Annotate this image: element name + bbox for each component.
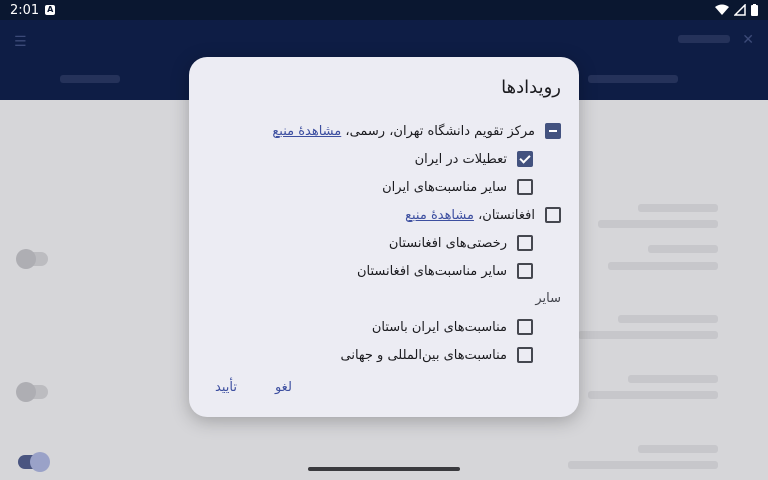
item-checkbox[interactable]: [517, 235, 533, 251]
item-checkbox[interactable]: [517, 263, 533, 279]
view-source-link[interactable]: مشاهدهٔ منبع: [405, 208, 474, 223]
setting-title-placeholder: [618, 315, 718, 323]
item-label: مناسبت‌های ایران باستان: [371, 319, 507, 335]
toggle-switch[interactable]: [16, 249, 48, 269]
setting-desc-placeholder: [588, 391, 718, 399]
battery-icon: [751, 4, 758, 16]
tab-placeholder: [588, 75, 678, 83]
group-checkbox[interactable]: [545, 123, 561, 139]
item-label: سایر مناسبت‌های ایران: [382, 179, 507, 195]
tab-placeholder: [60, 75, 120, 83]
item-iran-holidays[interactable]: تعطیلات در ایران: [415, 151, 533, 167]
wifi-icon: [715, 4, 729, 15]
item-label: رخصتی‌های افغانستان: [388, 235, 507, 251]
item-iran-other-events[interactable]: سایر مناسبت‌های ایران: [382, 179, 533, 195]
item-ancient-iran-events[interactable]: مناسبت‌های ایران باستان: [372, 319, 533, 335]
confirm-button[interactable]: تأیید: [215, 380, 237, 395]
navigation-handle[interactable]: [308, 467, 460, 471]
toggle-switch[interactable]: [18, 452, 50, 472]
group-university-calendar[interactable]: مرکز تقویم دانشگاه تهران، رسمی، مشاهدهٔ …: [272, 123, 561, 139]
view-source-link[interactable]: مشاهدهٔ منبع: [272, 124, 341, 139]
notification-icon: A: [45, 5, 56, 15]
setting-desc-placeholder: [568, 461, 718, 469]
item-afghanistan-holidays[interactable]: رخصتی‌های افغانستان: [389, 235, 533, 251]
setting-title-placeholder: [638, 204, 718, 212]
status-time: 2:01: [10, 2, 40, 18]
setting-title-placeholder: [648, 245, 718, 253]
signal-icon: [734, 4, 746, 16]
setting-title-placeholder: [638, 445, 718, 453]
dialog-title: رویدادها: [501, 77, 561, 98]
setting-desc-placeholder: [598, 220, 718, 228]
group-label: افغانستان، مشاهدهٔ منبع: [405, 207, 535, 223]
item-checkbox[interactable]: [517, 179, 533, 195]
cancel-button[interactable]: لغو: [275, 380, 292, 395]
toggle-switch[interactable]: [16, 382, 48, 402]
setting-desc-placeholder: [578, 331, 718, 339]
setting-desc-placeholder: [608, 262, 718, 270]
appbar-title-placeholder: [678, 35, 730, 43]
group-afghanistan[interactable]: افغانستان، مشاهدهٔ منبع: [405, 207, 561, 223]
section-header-other: سایر: [535, 291, 561, 306]
item-checkbox[interactable]: [517, 347, 533, 363]
item-label: سایر مناسبت‌های افغانستان: [356, 263, 507, 279]
dialog-actions: تأیید لغو: [215, 380, 292, 395]
status-bar: 2:01 A: [0, 0, 768, 20]
group-checkbox[interactable]: [545, 207, 561, 223]
item-international-events[interactable]: مناسبت‌های بین‌المللی و جهانی: [340, 347, 533, 363]
item-label: مناسبت‌های بین‌المللی و جهانی: [340, 347, 507, 363]
setting-title-placeholder: [628, 375, 718, 383]
item-label: تعطیلات در ایران: [414, 151, 507, 167]
close-icon[interactable]: ✕: [742, 32, 754, 48]
item-checkbox[interactable]: [517, 319, 533, 335]
menu-icon[interactable]: ☰: [14, 34, 27, 50]
item-checkbox[interactable]: [517, 151, 533, 167]
group-label: مرکز تقویم دانشگاه تهران، رسمی، مشاهدهٔ …: [272, 123, 535, 139]
events-dialog: رویدادها مرکز تقویم دانشگاه تهران، رسمی،…: [189, 57, 579, 417]
item-afghanistan-other-events[interactable]: سایر مناسبت‌های افغانستان: [357, 263, 533, 279]
